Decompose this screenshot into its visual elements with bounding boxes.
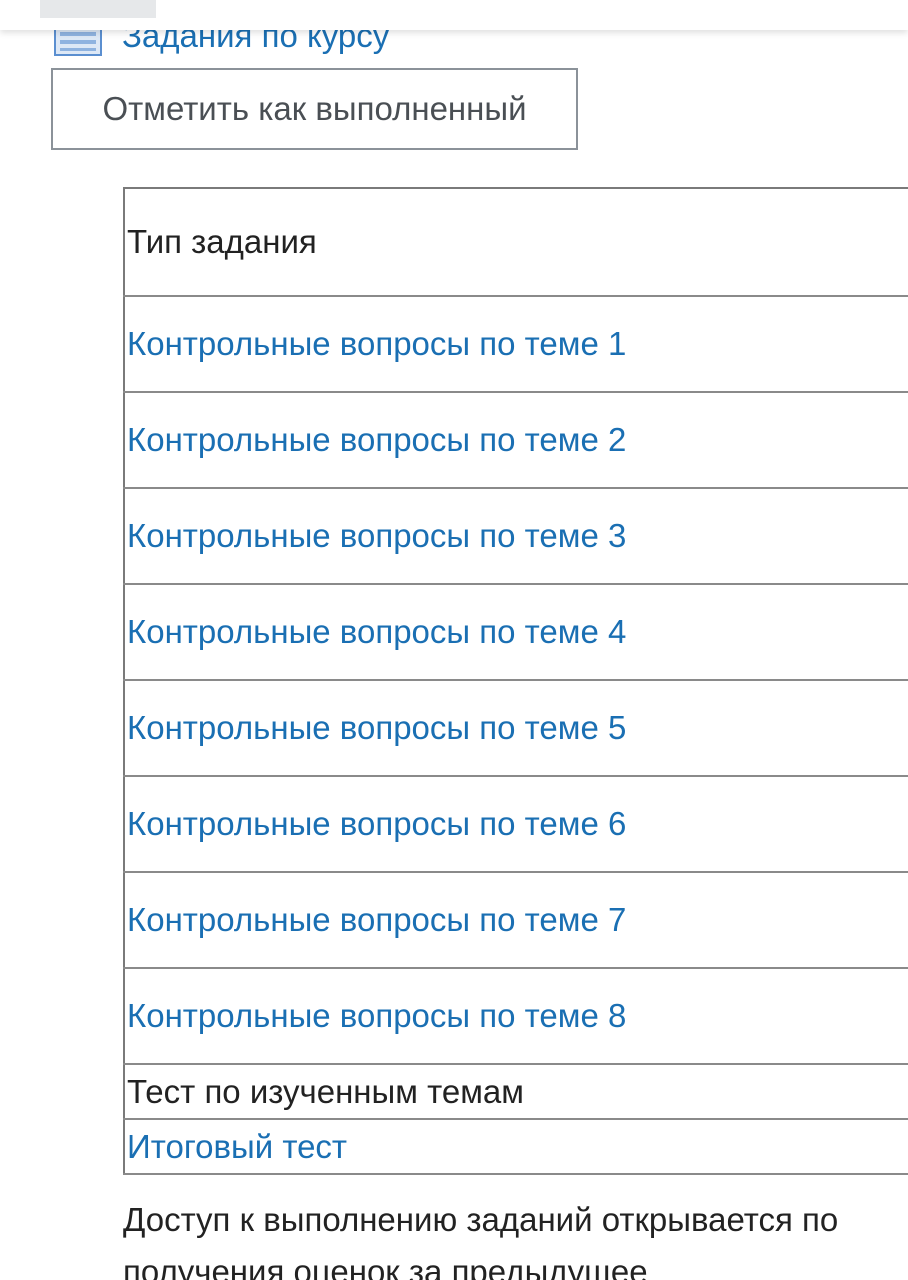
task-link[interactable]: Контрольные вопросы по теме 7 — [127, 901, 626, 938]
page: Задания по курсу Отметить как выполненны… — [0, 0, 908, 1280]
table-row: Контрольные вопросы по теме 8 — [124, 968, 908, 1065]
task-link[interactable]: Контрольные вопросы по теме 8 — [127, 997, 626, 1034]
table-row: Контрольные вопросы по теме 6 — [124, 776, 908, 873]
mark-as-done-button[interactable]: Отметить как выполненный — [51, 68, 578, 150]
table-row: Контрольные вопросы по теме 2 — [124, 392, 908, 489]
task-link[interactable]: Контрольные вопросы по теме 5 — [127, 709, 626, 746]
access-note-line: Доступ к выполнению заданий открывается … — [123, 1201, 839, 1238]
top-bar-tab[interactable] — [40, 0, 156, 18]
table-row: Итоговый тест — [124, 1119, 908, 1175]
table-row: Контрольные вопросы по теме 4 — [124, 584, 908, 681]
access-note-line: получения оценок за предыдущее — [123, 1253, 648, 1280]
task-text: Тест по изученным темам — [124, 1064, 908, 1120]
task-link[interactable]: Итоговый тест — [127, 1128, 347, 1165]
top-navigation-bar — [0, 0, 908, 30]
table-row: Контрольные вопросы по теме 5 — [124, 680, 908, 777]
task-link[interactable]: Контрольные вопросы по теме 6 — [127, 805, 626, 842]
table-header-cell: Тип задания — [124, 188, 908, 297]
table-row: Контрольные вопросы по теме 3 — [124, 488, 908, 585]
task-link[interactable]: Контрольные вопросы по теме 3 — [127, 517, 626, 554]
task-table: Тип задания Контрольные вопросы по теме … — [123, 187, 908, 1175]
access-note: Доступ к выполнению заданий открывается … — [123, 1194, 908, 1280]
table-row: Тест по изученным темам — [124, 1064, 908, 1120]
task-link[interactable]: Контрольные вопросы по теме 4 — [127, 613, 626, 650]
table-row: Контрольные вопросы по теме 7 — [124, 872, 908, 969]
table-row: Контрольные вопросы по теме 1 — [124, 296, 908, 393]
table-header-row: Тип задания — [124, 188, 908, 297]
task-link[interactable]: Контрольные вопросы по теме 1 — [127, 325, 626, 362]
task-link[interactable]: Контрольные вопросы по теме 2 — [127, 421, 626, 458]
